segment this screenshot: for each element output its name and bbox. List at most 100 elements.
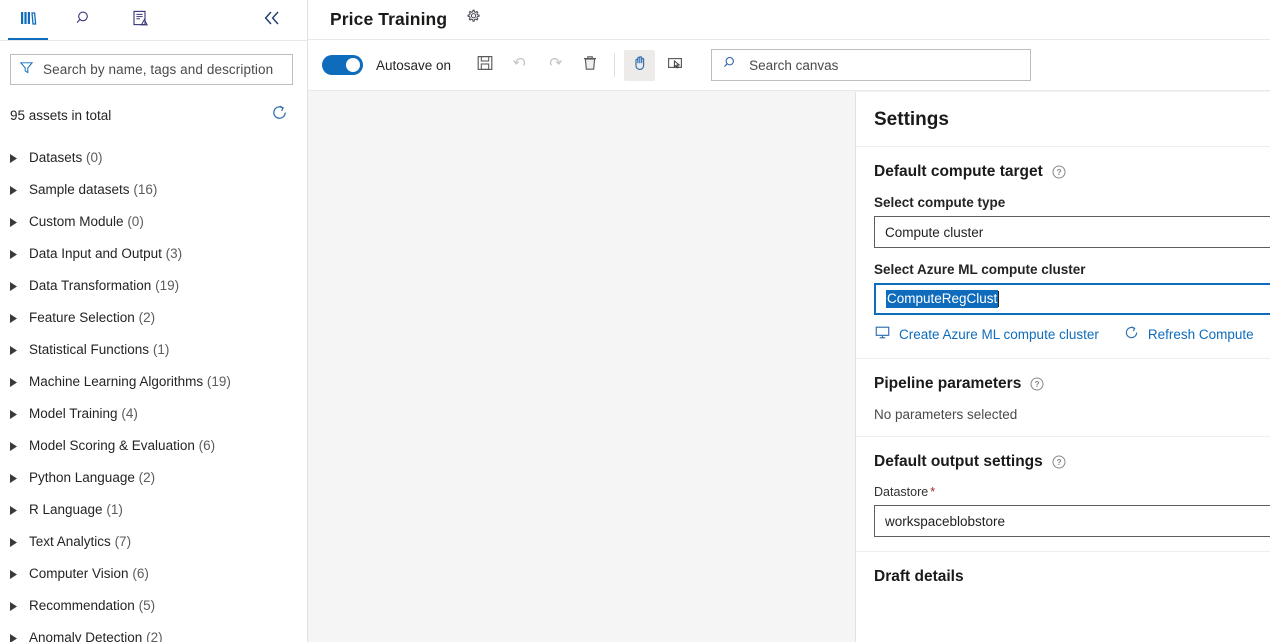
settings-title: Settings — [874, 109, 949, 130]
sidebar-category-item[interactable]: Recommendation (5) — [7, 589, 307, 621]
sidebar-category-item[interactable]: Data Transformation (19) — [7, 269, 307, 301]
sidebar-category-item[interactable]: Statistical Functions (1) — [7, 333, 307, 365]
compute-actions-row: Create Azure ML compute cluster Refresh … — [874, 324, 1270, 344]
category-count: (0) — [86, 149, 103, 165]
category-count: (1) — [152, 341, 170, 357]
pipeline-title-bar: Price Training — [308, 0, 1270, 40]
undo-arrow-icon — [511, 54, 529, 77]
sidebar-category-label: Datasets (0) — [29, 150, 103, 165]
compute-cluster-combobox[interactable]: ComputeRegClust — [874, 283, 1270, 315]
asset-category-tree: Datasets (0) Sample datasets (16) Custom M… — [0, 141, 307, 642]
sidebar-category-item[interactable]: Model Scoring & Evaluation (6) — [7, 429, 307, 461]
svg-text:?: ? — [1056, 167, 1061, 177]
help-circle-icon[interactable]: ? — [1052, 455, 1066, 469]
sidebar-tab-assets-library[interactable] — [0, 0, 56, 40]
expand-triangle-icon[interactable] — [9, 472, 18, 483]
create-compute-cluster-link[interactable]: Create Azure ML compute cluster — [874, 324, 1099, 344]
help-circle-icon[interactable]: ? — [1030, 377, 1044, 391]
category-count: (2) — [138, 309, 156, 325]
filter-icon — [19, 60, 34, 80]
pipeline-settings-button[interactable] — [463, 7, 483, 32]
sidebar-category-item[interactable]: Machine Learning Algorithms (19) — [7, 365, 307, 397]
expand-triangle-icon[interactable] — [9, 408, 18, 419]
required-asterisk: * — [930, 485, 936, 499]
sidebar-tab-search[interactable] — [56, 0, 112, 40]
expand-triangle-icon[interactable] — [9, 376, 18, 387]
category-count: (5) — [138, 597, 156, 613]
refresh-assets-button[interactable] — [270, 103, 289, 127]
sidebar-category-item[interactable]: Feature Selection (2) — [7, 301, 307, 333]
expand-triangle-icon[interactable] — [9, 504, 18, 515]
expand-triangle-icon[interactable] — [9, 344, 18, 355]
sidebar-category-item[interactable]: Anomaly Detection (2) — [7, 621, 307, 642]
expand-triangle-icon[interactable] — [9, 248, 18, 259]
sidebar-tab-registry[interactable] — [112, 0, 168, 40]
category-count: (4) — [121, 405, 138, 421]
monitor-screen-icon — [874, 324, 891, 344]
sidebar-category-label: Anomaly Detection (2) — [29, 630, 163, 642]
sidebar-category-item[interactable]: R Language (1) — [7, 493, 307, 525]
sidebar-category-item[interactable]: Sample datasets (16) — [7, 173, 307, 205]
sidebar-category-item[interactable]: Text Analytics (7) — [7, 525, 307, 557]
category-count: (2) — [146, 629, 163, 642]
section-title-text: Pipeline parameters — [874, 375, 1022, 392]
category-name: Recommendation — [29, 597, 135, 613]
save-button[interactable] — [469, 50, 500, 81]
category-name: R Language — [29, 501, 103, 517]
category-name: Datasets — [29, 149, 83, 165]
expand-triangle-icon[interactable] — [9, 632, 18, 642]
compute-cluster-value: ComputeRegClust — [886, 290, 999, 308]
sidebar-category-item[interactable]: Model Training (4) — [7, 397, 307, 429]
canvas-search-input[interactable]: Search canvas — [711, 49, 1032, 81]
autosave-toggle[interactable] — [322, 55, 363, 75]
sidebar-category-item[interactable]: Datasets (0) — [7, 141, 307, 173]
gear-icon — [463, 7, 483, 32]
draft-details-section: Draft details — [856, 552, 1270, 600]
trash-icon — [581, 54, 599, 77]
datastore-dropdown[interactable]: workspaceblobstore — [874, 505, 1270, 537]
asset-search-placeholder: Search by name, tags and description — [43, 62, 274, 77]
autosave-label: Autosave on — [376, 57, 452, 73]
category-name: Data Input and Output — [29, 245, 162, 261]
expand-triangle-icon[interactable] — [9, 568, 18, 579]
expand-triangle-icon[interactable] — [9, 152, 18, 163]
sidebar-category-label: Text Analytics (7) — [29, 534, 131, 549]
category-name: Python Language — [29, 469, 135, 485]
help-circle-icon[interactable]: ? — [1052, 165, 1066, 179]
toolbar-divider — [614, 53, 616, 77]
expand-triangle-icon[interactable] — [9, 184, 18, 195]
sidebar-category-item[interactable]: Data Input and Output (3) — [7, 237, 307, 269]
compute-type-value: Compute cluster — [885, 224, 984, 240]
datastore-label: Datastore * — [874, 485, 1270, 499]
expand-triangle-icon[interactable] — [9, 440, 18, 451]
expand-triangle-icon[interactable] — [9, 536, 18, 547]
category-name: Anomaly Detection — [29, 629, 143, 642]
expand-triangle-icon[interactable] — [9, 600, 18, 611]
expand-triangle-icon[interactable] — [9, 216, 18, 227]
sidebar-category-label: Computer Vision (6) — [29, 566, 149, 581]
category-name: Statistical Functions — [29, 341, 150, 357]
category-name: Model Scoring & Evaluation — [29, 437, 195, 453]
expand-triangle-icon[interactable] — [9, 280, 18, 291]
sidebar-category-item[interactable]: Custom Module (0) — [7, 205, 307, 237]
category-count: (1) — [106, 501, 123, 517]
collapse-sidebar-button[interactable] — [257, 6, 287, 34]
category-name: Model Training — [29, 405, 118, 421]
sidebar-category-item[interactable]: Computer Vision (6) — [7, 557, 307, 589]
category-count: (0) — [127, 213, 144, 229]
library-icon — [18, 8, 38, 33]
asset-search-input[interactable]: Search by name, tags and description — [10, 54, 293, 85]
pan-tool-button[interactable] — [624, 49, 656, 81]
undo-button[interactable] — [504, 50, 535, 81]
refresh-compute-link[interactable]: Refresh Compute — [1123, 324, 1254, 344]
sidebar-category-label: Feature Selection (2) — [29, 310, 155, 325]
field-spacer — [874, 248, 1270, 262]
sidebar-category-item[interactable]: Python Language (2) — [7, 461, 307, 493]
select-tool-button[interactable] — [659, 50, 690, 81]
pipeline-parameters-section: Pipeline parameters ? No parameters sele… — [856, 359, 1270, 437]
sidebar-tab-strip — [0, 0, 307, 41]
compute-type-dropdown[interactable]: Compute cluster — [874, 216, 1270, 248]
delete-button[interactable] — [574, 50, 605, 81]
redo-button[interactable] — [539, 50, 570, 81]
expand-triangle-icon[interactable] — [9, 312, 18, 323]
